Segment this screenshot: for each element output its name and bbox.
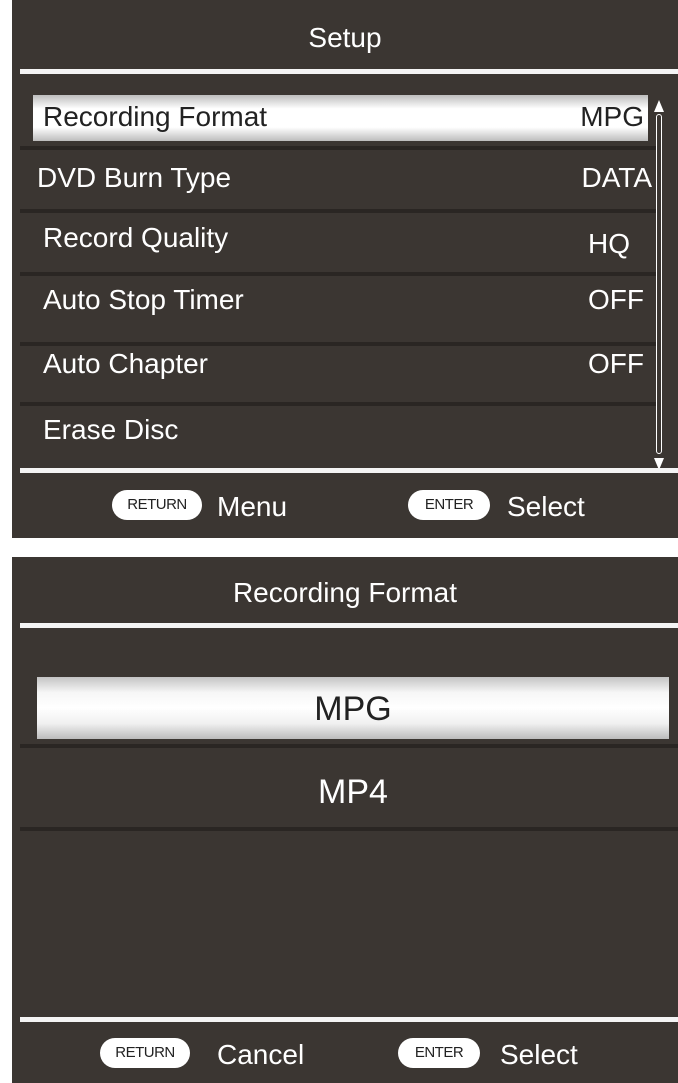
recording-format-panel: Recording Format MPG MP4 RETURN Cancel E… <box>12 557 678 1083</box>
format-option-mp4[interactable]: MP4 <box>37 760 669 822</box>
menu-item-value: HQ <box>588 228 630 259</box>
menu-item-label: Auto Stop Timer <box>43 284 244 315</box>
return-key-badge[interactable]: RETURN <box>112 490 202 520</box>
row-divider <box>20 744 678 748</box>
row-divider <box>20 827 678 831</box>
enter-hint-label: Select <box>500 1039 578 1070</box>
scroll-up-arrow-icon[interactable] <box>654 100 664 112</box>
setup-footer: RETURN Menu ENTER Select <box>12 480 678 530</box>
recording-format-title: Recording Format <box>232 577 458 608</box>
return-hint-label: Menu <box>217 491 288 522</box>
row-divider <box>20 402 656 406</box>
title-divider <box>20 69 678 74</box>
enter-key-badge[interactable]: ENTER <box>398 1038 480 1068</box>
menu-item-label: DVD Burn Type <box>37 162 232 193</box>
menu-item-label: Auto Chapter <box>43 348 208 379</box>
menu-item-recording-format[interactable]: Recording Format MPG <box>33 95 648 141</box>
menu-item-value: OFF <box>588 284 644 315</box>
menu-item-dvd-burn-type[interactable]: DVD Burn Type DATA <box>33 156 652 202</box>
return-key-badge[interactable]: RETURN <box>100 1038 190 1068</box>
recording-format-footer: RETURN Cancel ENTER Select <box>12 1028 678 1078</box>
footer-divider <box>20 1017 678 1022</box>
cancel-hint-label: Cancel <box>217 1039 305 1070</box>
setup-menu-panel: Setup Recording Format MPG DVD Burn Type… <box>12 0 678 538</box>
menu-item-label: Recording Format <box>43 101 268 132</box>
menu-scrollbar[interactable] <box>652 100 666 470</box>
menu-item-value: DATA <box>581 162 652 193</box>
format-option-label: MPG <box>314 690 392 728</box>
menu-item-value: OFF <box>588 348 644 379</box>
setup-title: Setup <box>308 22 382 53</box>
scroll-track[interactable] <box>656 114 662 454</box>
row-divider <box>20 272 656 276</box>
format-option-label: MP4 <box>318 773 388 811</box>
row-divider <box>20 209 656 213</box>
menu-item-label: Erase Disc <box>43 414 179 445</box>
format-option-mpg[interactable]: MPG <box>37 677 669 739</box>
menu-item-auto-chapter[interactable]: Auto Chapter OFF <box>33 342 648 388</box>
menu-item-value: MPG <box>580 101 644 132</box>
menu-item-record-quality[interactable]: Record Quality HQ <box>33 216 648 262</box>
row-divider <box>20 146 656 150</box>
enter-key-badge[interactable]: ENTER <box>408 490 490 520</box>
title-divider <box>20 623 678 628</box>
menu-item-label: Record Quality <box>43 222 229 253</box>
footer-divider <box>20 468 678 473</box>
enter-hint-label: Select <box>507 491 585 522</box>
menu-item-auto-stop-timer[interactable]: Auto Stop Timer OFF <box>33 278 648 324</box>
menu-item-erase-disc[interactable]: Erase Disc <box>33 408 648 454</box>
